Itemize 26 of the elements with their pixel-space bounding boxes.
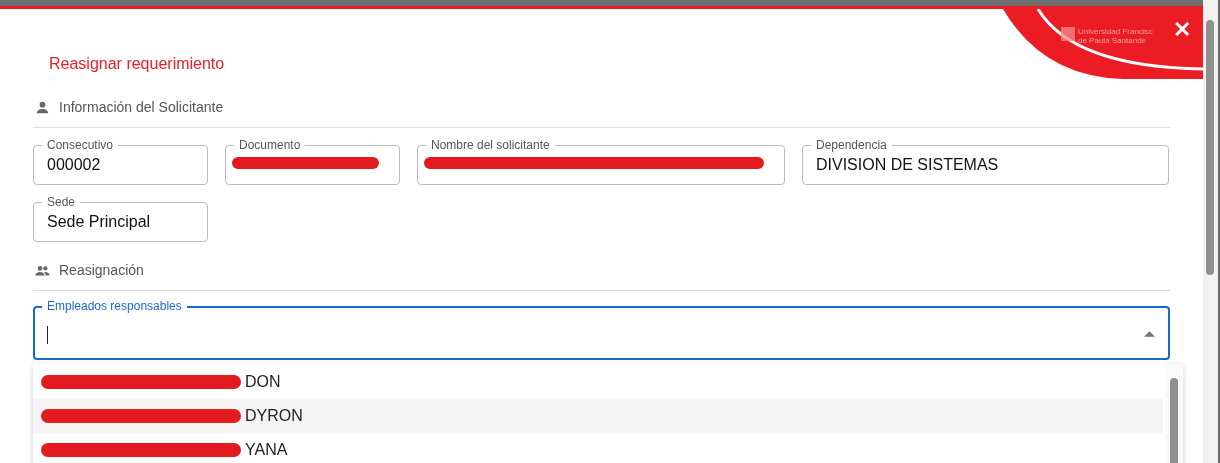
scrollbar[interactable] (1203, 0, 1218, 463)
close-button[interactable]: ✕ (1173, 17, 1191, 43)
field-label: Nombre del solicitante (426, 138, 555, 152)
scrollbar[interactable] (1165, 364, 1183, 463)
dropdown-option[interactable]: DYRON (33, 399, 1163, 433)
field-value: Sede Principal (47, 213, 151, 231)
logo-text: Universidad Francisc (1078, 27, 1153, 36)
field-label: Consecutivo (42, 138, 119, 152)
field-label: Empleados responsables (42, 299, 187, 313)
field-value: 000002 (47, 156, 101, 174)
section-title: Reasignación (59, 262, 144, 278)
field-label: Dependencia (811, 138, 892, 152)
field-value: DIVISION DE SISTEMAS (816, 156, 999, 174)
option-text: DON (245, 373, 281, 391)
dialog-title: Reasignar requerimiento (49, 55, 226, 73)
dropdown-option[interactable]: DON (33, 365, 1163, 399)
option-text: YANA (245, 441, 288, 459)
logo-text: de Paula Santande (1078, 36, 1148, 45)
section-title: Información del Solicitante (59, 99, 224, 115)
field-label: Sede (42, 195, 81, 209)
logo-mark-icon (1061, 27, 1075, 41)
dropdown-option[interactable]: YANA (33, 433, 1163, 463)
field-label: Documento (234, 138, 306, 152)
caret-icon[interactable] (1144, 331, 1155, 337)
option-text: DYRON (245, 407, 303, 425)
text-cursor (47, 326, 48, 344)
